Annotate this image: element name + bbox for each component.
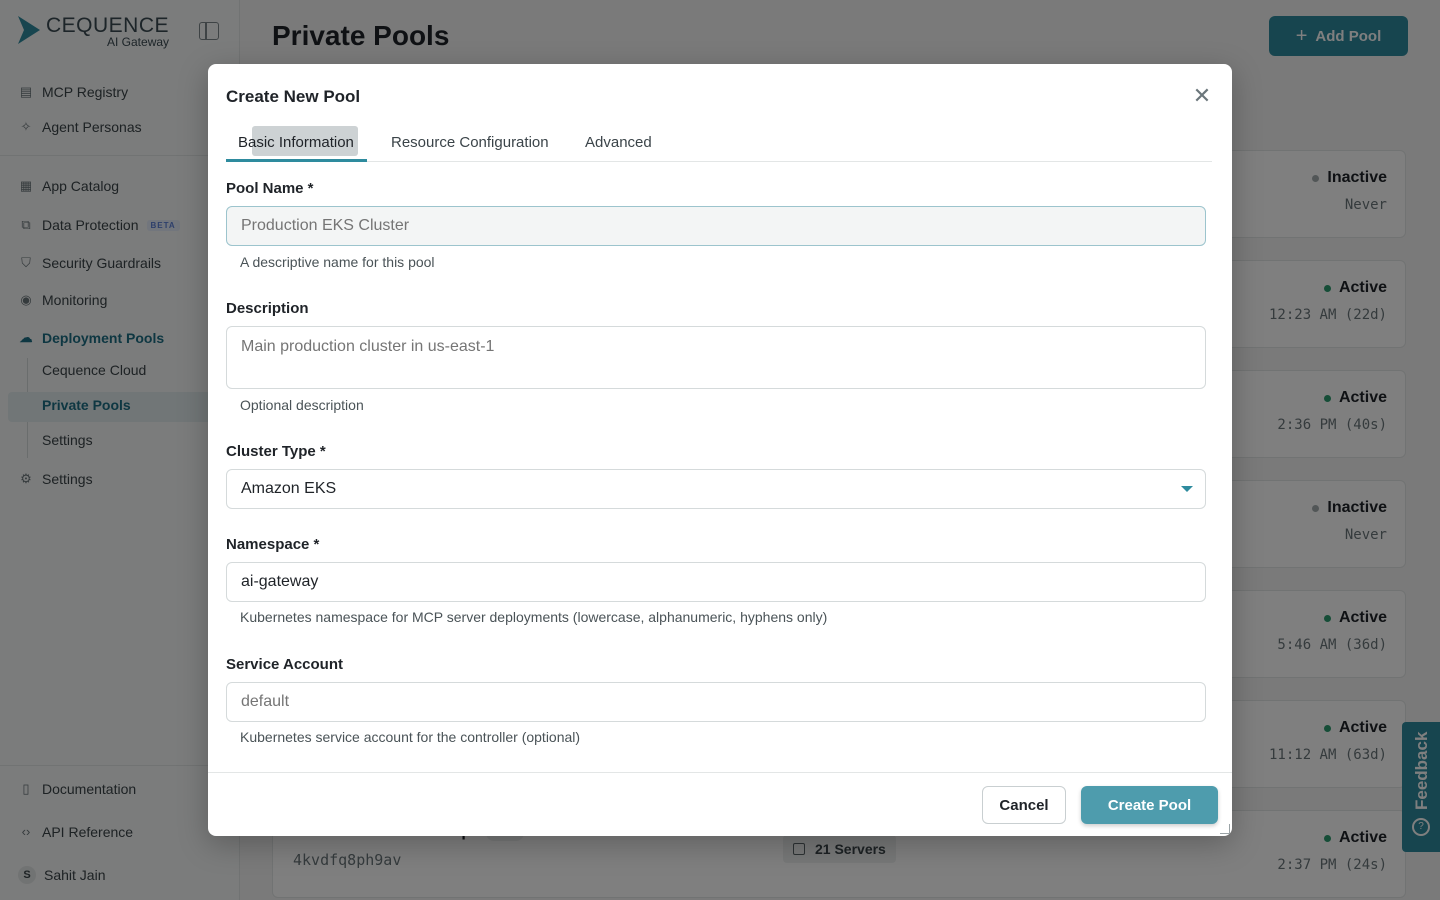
tab-basic-information[interactable]: Basic Information xyxy=(238,134,354,151)
pool-name-input[interactable] xyxy=(226,206,1206,246)
tab-advanced[interactable]: Advanced xyxy=(585,134,652,151)
description-textarea[interactable] xyxy=(226,326,1206,389)
cluster-type-label: Cluster Type * xyxy=(226,443,326,460)
cluster-type-value: Amazon EKS xyxy=(241,480,337,497)
namespace-input[interactable] xyxy=(226,562,1206,602)
namespace-hint: Kubernetes namespace for MCP server depl… xyxy=(240,609,828,625)
resize-handle-icon[interactable] xyxy=(1220,824,1230,834)
service-account-hint: Kubernetes service account for the contr… xyxy=(240,729,581,745)
pool-name-label: Pool Name * xyxy=(226,180,314,197)
description-hint: Optional description xyxy=(240,397,364,413)
tab-bar: Basic Information Resource Configuration… xyxy=(226,126,1212,162)
tab-resource-configuration[interactable]: Resource Configuration xyxy=(391,134,549,151)
namespace-label: Namespace * xyxy=(226,536,320,553)
dialog-footer: Cancel Create Pool xyxy=(208,772,1232,836)
create-pool-button[interactable]: Create Pool xyxy=(1081,786,1218,824)
cluster-type-select[interactable]: Amazon EKS xyxy=(226,469,1206,509)
close-icon[interactable]: ✕ xyxy=(1192,85,1212,107)
dialog-title: Create New Pool xyxy=(226,87,361,106)
service-account-input[interactable] xyxy=(226,682,1206,722)
chevron-down-icon xyxy=(1181,486,1193,492)
cancel-button[interactable]: Cancel xyxy=(982,786,1066,824)
service-account-label: Service Account xyxy=(226,656,343,673)
pool-name-hint: A descriptive name for this pool xyxy=(240,254,435,270)
description-label: Description xyxy=(226,300,309,317)
create-pool-dialog: Create New Pool ✕ Basic Information Reso… xyxy=(208,64,1232,836)
active-tab-indicator xyxy=(226,159,367,162)
